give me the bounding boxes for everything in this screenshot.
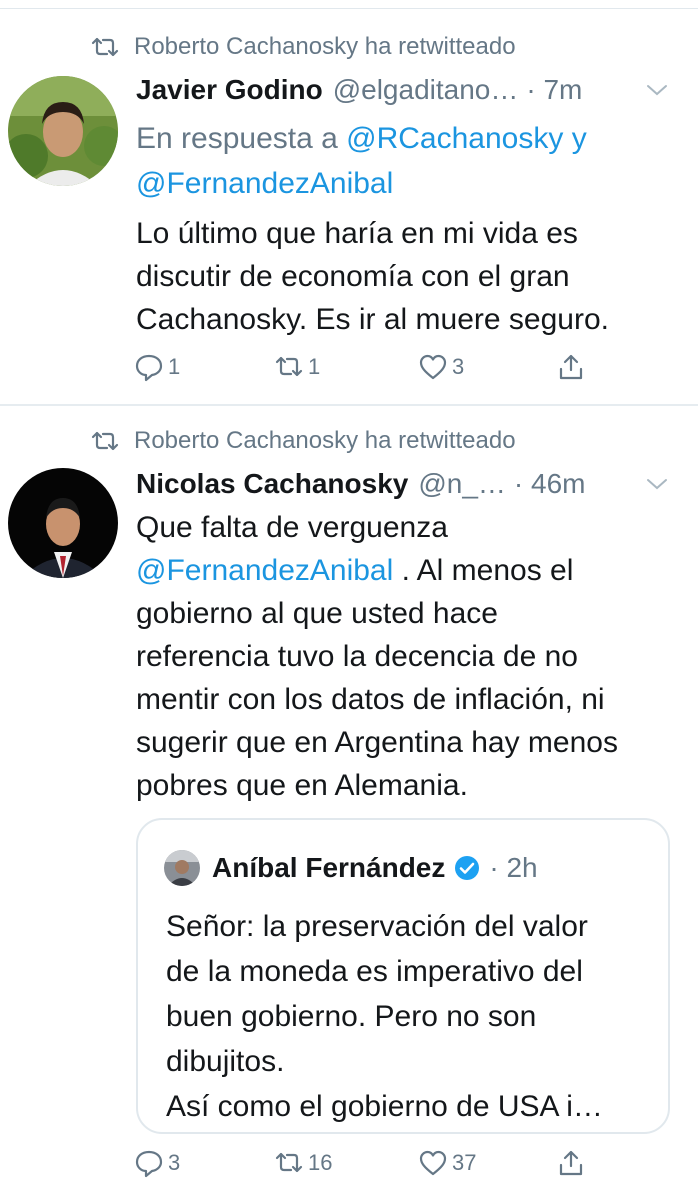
quoted-avatar — [164, 850, 200, 886]
author-name[interactable]: Nicolas Cachanosky — [136, 468, 408, 500]
reply-count: 3 — [168, 1150, 181, 1175]
quoted-text: Señor: la preservación del valor de la m… — [166, 904, 648, 1129]
tweet-text-line: Que falta de verguenza — [136, 511, 448, 544]
tweet-text-line: pobres que en Alemania. — [136, 769, 468, 802]
quoted-timestamp[interactable]: · 2h — [489, 852, 537, 884]
like-count: 37 — [452, 1150, 477, 1175]
tweet-text-fragment: . Al menos el — [401, 554, 574, 587]
chevron-down-icon[interactable] — [646, 477, 668, 491]
author-handle[interactable]: @n_… — [418, 468, 506, 500]
quoted-text-line: dibujitos. — [166, 1045, 285, 1078]
mention-link[interactable]: @FernandezAnibal — [136, 554, 393, 587]
tweet-text-line: referencia tuvo la decencia de no — [136, 640, 578, 673]
tweet-2[interactable]: Roberto Cachanosky ha retwitteado Nicola… — [0, 0, 698, 1200]
quoted-tweet-header: Aníbal Fernández · 2h — [164, 848, 538, 888]
verified-badge-icon — [455, 856, 480, 880]
tweet-timestamp[interactable]: · 46m — [514, 468, 586, 500]
tweet-header: Nicolas Cachanosky @n_… · 46m — [136, 464, 668, 504]
retweeted-by-label: Roberto Cachanosky ha retwitteado — [134, 427, 516, 454]
retweet-icon — [91, 431, 119, 451]
tweet-text-line: mentir con los datos de inflación, ni — [136, 683, 605, 716]
share-icon — [559, 1150, 583, 1176]
tweet-text-line: sugerir que en Argentina hay menos — [136, 726, 618, 759]
retweet-context: Roberto Cachanosky ha retwitteado — [90, 424, 516, 458]
like-icon — [419, 1150, 447, 1176]
quoted-tweet[interactable]: Aníbal Fernández · 2h Señor: la preserva… — [136, 818, 670, 1134]
quoted-text-line: Señor: la preservación del valor — [166, 910, 588, 943]
quoted-text-line: de la moneda es imperativo del — [166, 955, 583, 988]
retweet-count: 16 — [308, 1150, 333, 1175]
reply-button[interactable]: 3 — [134, 1148, 180, 1178]
retweet-icon — [275, 1152, 303, 1173]
quoted-text-line: Así como el gobierno de USA i… — [166, 1090, 603, 1123]
avatar-photo — [8, 468, 118, 578]
quoted-text-line: buen gobierno. Pero no son — [166, 1000, 537, 1033]
share-button[interactable] — [556, 1148, 590, 1178]
like-button[interactable]: 37 — [418, 1148, 476, 1178]
avatar[interactable] — [8, 468, 118, 578]
tweet-actions: 3 16 37 — [134, 1148, 604, 1188]
retweet-button[interactable]: 16 — [274, 1148, 332, 1178]
tweet-text-line: gobierno al que usted hace — [136, 597, 498, 630]
quoted-author-name[interactable]: Aníbal Fernández — [212, 852, 445, 884]
tweet-text: Que falta de verguenza @FernandezAnibal … — [136, 506, 658, 807]
reply-icon — [135, 1150, 163, 1178]
